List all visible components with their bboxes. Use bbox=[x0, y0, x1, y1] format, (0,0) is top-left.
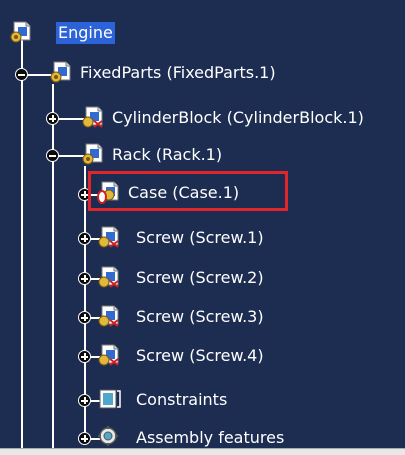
tree-node-label: Screw (Screw.2) bbox=[136, 268, 264, 287]
tree-node-label: Rack (Rack.1) bbox=[112, 145, 223, 164]
assembly-features-icon bbox=[98, 426, 118, 446]
tree-node-cylinderblock[interactable]: CylinderBlock (CylinderBlock.1) bbox=[80, 103, 400, 133]
specification-tree: Engine FixedParts (FixedParts.1) Cylinde… bbox=[0, 0, 405, 455]
tree-node-label: CylinderBlock (CylinderBlock.1) bbox=[112, 108, 364, 127]
collapse-toggle[interactable] bbox=[46, 149, 59, 162]
part-icon bbox=[82, 106, 103, 128]
expand-toggle[interactable] bbox=[78, 232, 91, 245]
tree-node-label: Assembly features bbox=[136, 428, 285, 447]
constraints-icon bbox=[99, 389, 121, 409]
tree-node-screw-2[interactable]: Screw (Screw.2) bbox=[96, 263, 296, 293]
tree-node-engine[interactable]: Engine bbox=[8, 18, 128, 48]
tree-node-rack[interactable]: Rack (Rack.1) bbox=[80, 140, 280, 170]
tree-node-constraints[interactable]: Constraints bbox=[96, 385, 276, 415]
tree-node-label: Screw (Screw.3) bbox=[136, 307, 264, 326]
expand-toggle[interactable] bbox=[78, 311, 91, 324]
collapse-toggle[interactable] bbox=[15, 68, 28, 81]
tree-node-label: Constraints bbox=[136, 390, 228, 409]
tree-line bbox=[21, 40, 23, 455]
expand-toggle[interactable] bbox=[46, 112, 59, 125]
tree-node-screw-1[interactable]: Screw (Screw.1) bbox=[96, 223, 296, 253]
bottom-border bbox=[0, 448, 405, 455]
product-icon bbox=[82, 143, 103, 165]
expand-toggle[interactable] bbox=[78, 272, 91, 285]
expand-toggle[interactable] bbox=[78, 394, 91, 407]
tree-node-screw-3[interactable]: Screw (Screw.3) bbox=[96, 302, 296, 332]
tree-node-fixedparts[interactable]: FixedParts (FixedParts.1) bbox=[48, 58, 348, 88]
highlight-box bbox=[88, 171, 288, 211]
tree-node-screw-4[interactable]: Screw (Screw.4) bbox=[96, 341, 296, 371]
product-icon bbox=[50, 61, 71, 83]
part-icon bbox=[98, 344, 119, 366]
product-icon bbox=[10, 21, 31, 43]
part-icon bbox=[98, 305, 119, 327]
tree-node-label: Screw (Screw.1) bbox=[136, 228, 264, 247]
part-icon bbox=[98, 266, 119, 288]
tree-line bbox=[52, 84, 54, 455]
expand-toggle[interactable] bbox=[78, 432, 91, 445]
tree-node-label: Engine bbox=[56, 22, 115, 44]
part-icon bbox=[98, 226, 119, 248]
expand-toggle[interactable] bbox=[78, 350, 91, 363]
tree-node-label: Screw (Screw.4) bbox=[136, 346, 264, 365]
tree-node-label: FixedParts (FixedParts.1) bbox=[80, 63, 276, 82]
